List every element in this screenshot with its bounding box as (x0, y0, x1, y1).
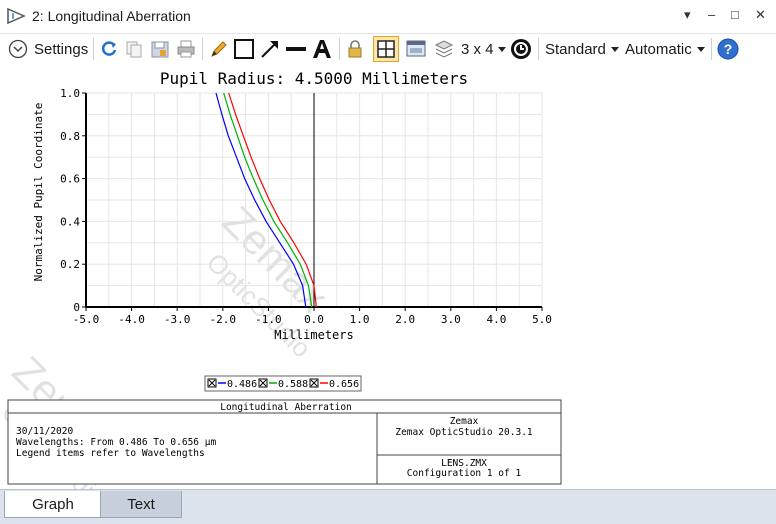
separator (711, 38, 712, 60)
info-configuration: Configuration 1 of 1 (407, 468, 522, 479)
toolbar: Settings 3 x 4 Standard Automatic ? (0, 34, 776, 64)
dropdown-icon (610, 47, 619, 52)
separator (202, 38, 203, 60)
y-axis-label: Normalized Pupil Coordinate (32, 103, 45, 282)
y-tick-label: 0.8 (60, 130, 80, 143)
rectangle-icon (234, 39, 254, 59)
automatic-dropdown[interactable]: Automatic (625, 38, 706, 60)
automatic-label: Automatic (625, 40, 692, 58)
y-tick-label: 0 (73, 301, 80, 314)
minimize-button[interactable]: – (708, 7, 715, 22)
x-tick-label: 0.0 (304, 313, 324, 326)
info-title: Longitudinal Aberration (220, 402, 352, 413)
legend-label: 0.486 (227, 379, 257, 390)
info-box: Longitudinal Aberration 30/11/2020 Wavel… (7, 399, 562, 485)
print-button[interactable] (176, 38, 196, 60)
separator (93, 38, 94, 60)
info-date: 30/11/2020 (16, 426, 73, 437)
info-wavelengths: Wavelengths: From 0.486 To 0.656 µm (16, 437, 216, 448)
save-icon (151, 41, 169, 58)
chevron-down-circle-icon (8, 39, 28, 59)
grid-icon (373, 36, 399, 62)
tab-text[interactable]: Text (100, 491, 182, 518)
settings-label: Settings (34, 40, 89, 58)
layers-icon (434, 40, 454, 58)
maximize-button[interactable]: □ (731, 7, 739, 22)
tab-graph[interactable]: Graph (4, 491, 102, 518)
help-icon: ? (717, 38, 739, 60)
y-tick-label: 0.2 (60, 258, 80, 271)
arrow-icon (261, 41, 278, 58)
x-tick-label: 5.0 (532, 313, 552, 326)
window-icon (406, 40, 426, 57)
x-tick-label: -4.0 (118, 313, 145, 326)
pencil-icon (211, 41, 227, 57)
prism-logo-icon (7, 7, 26, 25)
x-tick-label: 1.0 (350, 313, 370, 326)
text-icon (313, 40, 331, 58)
auto-update-button[interactable] (510, 38, 532, 60)
view-tabs: Graph Text (0, 489, 776, 524)
standard-label: Standard (545, 40, 606, 58)
x-tick-label: -2.0 (210, 313, 237, 326)
text-button[interactable] (311, 38, 333, 60)
refresh-button[interactable] (99, 38, 119, 60)
save-button[interactable] (150, 38, 170, 60)
window-button[interactable] (405, 38, 427, 60)
y-tick-label: 1.0 (60, 87, 80, 100)
x-axis-label: Millimeters (274, 328, 353, 342)
standard-dropdown[interactable]: Standard (545, 38, 620, 60)
grid-button[interactable] (373, 36, 399, 62)
aberration-chart: Zemax OpticStudio Zemax OpticStudio Pupi… (0, 69, 562, 513)
separator (538, 38, 539, 60)
x-tick-label: -5.0 (73, 313, 100, 326)
info-product: Zemax OpticStudio 20.3.1 (395, 427, 533, 438)
rectangle-button[interactable] (233, 38, 255, 60)
window-title: 2: Longitudinal Aberration (32, 8, 191, 24)
y-tick-label: 0.6 (60, 173, 80, 186)
legend-label: 0.656 (329, 379, 359, 390)
window-menu-button[interactable]: ▾ (684, 7, 691, 23)
window-titlebar: 2: Longitudinal Aberration ▾ – □ ✕ (0, 0, 776, 34)
arrow-button[interactable] (259, 38, 281, 60)
dropdown-icon (497, 47, 506, 52)
help-button[interactable]: ? (717, 38, 739, 60)
chart-title: Pupil Radius: 4.5000 Millimeters (160, 69, 468, 88)
svg-text:?: ? (724, 41, 733, 57)
line-button[interactable] (285, 38, 307, 60)
copy-icon (126, 41, 142, 58)
x-tick-label: -3.0 (164, 313, 191, 326)
info-company: Zemax (450, 416, 479, 427)
layout-dropdown[interactable]: 3 x 4 (461, 38, 507, 60)
separator (339, 38, 340, 60)
pencil-button[interactable] (208, 38, 228, 60)
layout-label: 3 x 4 (461, 40, 494, 58)
x-tick-label: 2.0 (395, 313, 415, 326)
clock-icon (511, 39, 531, 59)
close-button[interactable]: ✕ (755, 7, 766, 23)
print-icon (177, 40, 195, 58)
copy-button[interactable] (124, 38, 144, 60)
lock-icon (348, 40, 362, 58)
layers-button[interactable] (433, 38, 455, 60)
line-icon (286, 47, 306, 51)
x-tick-label: 4.0 (486, 313, 506, 326)
plot-area: Zemax OpticStudio Zemax OpticStudio Pupi… (0, 64, 776, 513)
dropdown-icon (696, 47, 705, 52)
x-tick-label: -1.0 (255, 313, 282, 326)
legend: 0.486 0.588 0.656 (204, 375, 362, 392)
refresh-icon (101, 41, 117, 56)
settings-button[interactable]: Settings (8, 38, 88, 60)
x-tick-label: 3.0 (441, 313, 461, 326)
lock-button[interactable] (345, 38, 365, 60)
info-legend-note: Legend items refer to Wavelengths (16, 448, 205, 459)
legend-label: 0.588 (278, 379, 308, 390)
y-tick-label: 0.4 (60, 215, 80, 228)
